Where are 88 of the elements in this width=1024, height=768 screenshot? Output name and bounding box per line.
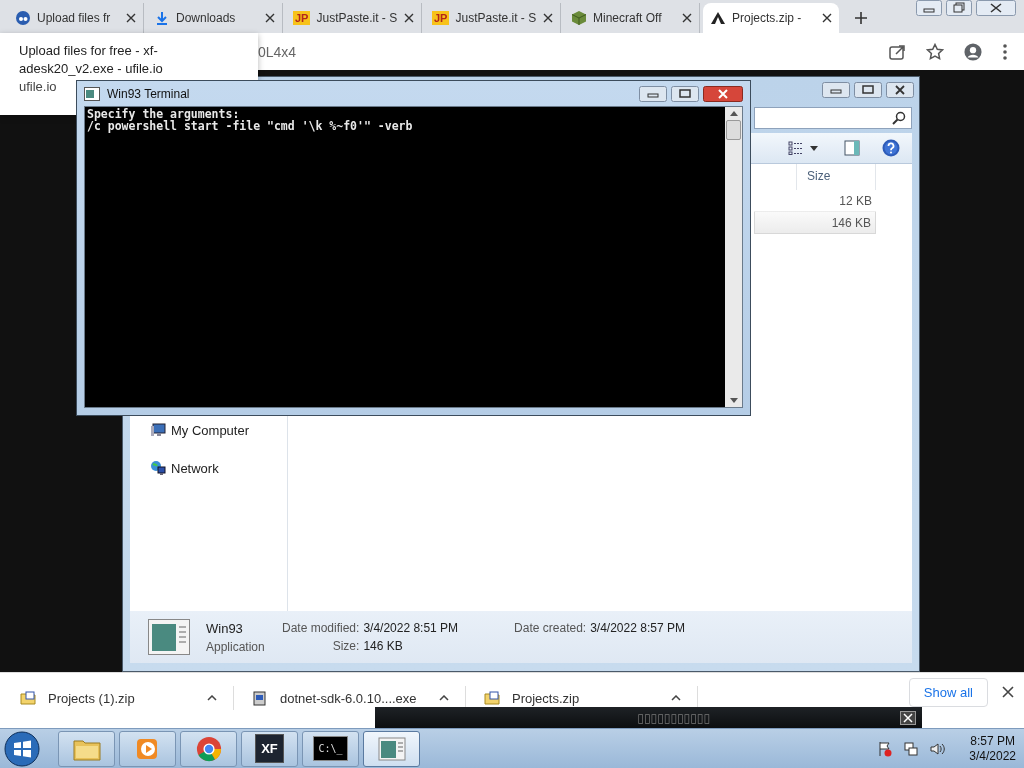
overlay-text: ▯▯▯▯▯▯▯▯▯▯▯: [637, 710, 710, 725]
window-icon: [84, 86, 100, 101]
installer-icon: [252, 690, 268, 706]
app-logo: XF: [255, 734, 284, 763]
volume-icon[interactable]: [929, 740, 946, 757]
close-icon[interactable]: [543, 13, 553, 23]
close-icon[interactable]: [682, 13, 692, 23]
download-file-name[interactable]: dotnet-sdk-6.0.10....exe: [280, 690, 427, 706]
app-window-icon: [148, 619, 190, 655]
view-list-icon[interactable]: [788, 140, 804, 156]
profile-icon[interactable]: [964, 42, 982, 61]
maximize-button[interactable]: [671, 85, 699, 102]
chevron-up-icon[interactable]: [207, 695, 217, 701]
help-icon[interactable]: [882, 139, 900, 157]
close-icon[interactable]: [822, 13, 832, 23]
tent-icon: [710, 10, 726, 26]
close-button[interactable]: [976, 0, 1016, 16]
close-icon[interactable]: [126, 13, 136, 23]
scrollbar[interactable]: [725, 107, 742, 407]
share-icon[interactable]: [888, 42, 906, 61]
file-row[interactable]: 12 KB: [754, 190, 876, 211]
download-file-name[interactable]: Projects.zip: [512, 690, 659, 706]
caret-icon[interactable]: [810, 145, 818, 151]
new-tab-icon[interactable]: [854, 11, 868, 25]
chevron-up-icon[interactable]: [439, 695, 449, 701]
minimize-button[interactable]: [822, 82, 850, 98]
flag-icon[interactable]: [877, 740, 894, 757]
show-all-button[interactable]: Show all: [908, 678, 988, 707]
chrome-icon: [194, 735, 223, 762]
file-row[interactable]: 146 KB: [754, 211, 876, 234]
site-badge: JP: [293, 11, 311, 25]
field-label: Date modified:: [282, 621, 360, 635]
nav-item[interactable]: Network: [150, 460, 287, 476]
console-icon: C:\_: [313, 736, 348, 761]
minimize-button[interactable]: [916, 0, 942, 16]
taskbar-button[interactable]: [363, 730, 420, 767]
app-window-icon: [377, 735, 406, 762]
search-icon: [892, 111, 906, 125]
restore-button[interactable]: [946, 0, 972, 16]
nav-item[interactable]: My Computer: [150, 422, 287, 438]
minimize-button[interactable]: [639, 85, 667, 102]
field-value: 3/4/2022 8:57 PM: [590, 621, 685, 635]
close-icon[interactable]: [265, 13, 275, 23]
zip-folder-icon: [20, 690, 36, 706]
menu-icon[interactable]: [1002, 42, 1008, 61]
close-button[interactable]: [703, 85, 743, 102]
scroll-down-icon[interactable]: [729, 398, 738, 403]
file-type: Application: [206, 639, 266, 654]
console-line: /c powershell start -file "cmd '\k %~f0'" -verb: [87, 120, 414, 132]
scroll-thumb[interactable]: [726, 120, 741, 140]
window-title: Win93 Terminal: [107, 86, 191, 101]
scroll-up-icon[interactable]: [729, 111, 738, 116]
search-field[interactable]: [754, 107, 912, 129]
taskbar-button[interactable]: C:\_: [302, 730, 359, 767]
taskbar-button[interactable]: [180, 730, 237, 767]
browser-tab[interactable]: Projects.zip -: [703, 3, 839, 33]
close-icon[interactable]: [1002, 686, 1014, 698]
start-button[interactable]: [4, 730, 40, 767]
tooltip-title: Upload files for free - xf-: [19, 42, 158, 60]
tooltip-site: ufile.io: [19, 78, 57, 96]
taskbar-button[interactable]: XF: [241, 730, 298, 767]
clock-date[interactable]: 3/4/2022: [969, 749, 1016, 763]
globe-icon: [150, 460, 166, 476]
download-icon: [154, 10, 170, 26]
cube-icon: [571, 10, 587, 26]
tooltip-title: adesk20_v2.exe - ufile.io: [19, 60, 163, 78]
field-label: Size:: [331, 639, 360, 653]
field-label: Date created:: [514, 621, 587, 635]
download-file-name[interactable]: Projects (1).zip: [48, 690, 195, 706]
field-value: 3/4/2022 8:51 PM: [363, 621, 459, 635]
console-line: Specify the arguments:: [87, 108, 240, 120]
file-name: Win93: [206, 620, 244, 636]
zip-folder-icon: [484, 690, 500, 706]
network-icon[interactable]: [903, 740, 920, 757]
address-text[interactable]: 0L4x4: [258, 43, 868, 60]
maximize-button[interactable]: [854, 82, 882, 98]
star-icon[interactable]: [926, 42, 944, 61]
close-icon[interactable]: [900, 710, 916, 725]
field-value: 146 KB: [363, 639, 404, 653]
clock-time[interactable]: 8:57 PM: [970, 734, 1015, 748]
close-button[interactable]: [886, 82, 914, 98]
computer-icon: [150, 422, 166, 438]
preview-pane-icon[interactable]: [844, 140, 860, 156]
column-header[interactable]: Size: [796, 164, 876, 190]
chevron-up-icon[interactable]: [671, 695, 681, 701]
taskbar-button[interactable]: [119, 730, 176, 767]
close-icon[interactable]: [404, 13, 414, 23]
site-badge: JP: [432, 11, 450, 25]
